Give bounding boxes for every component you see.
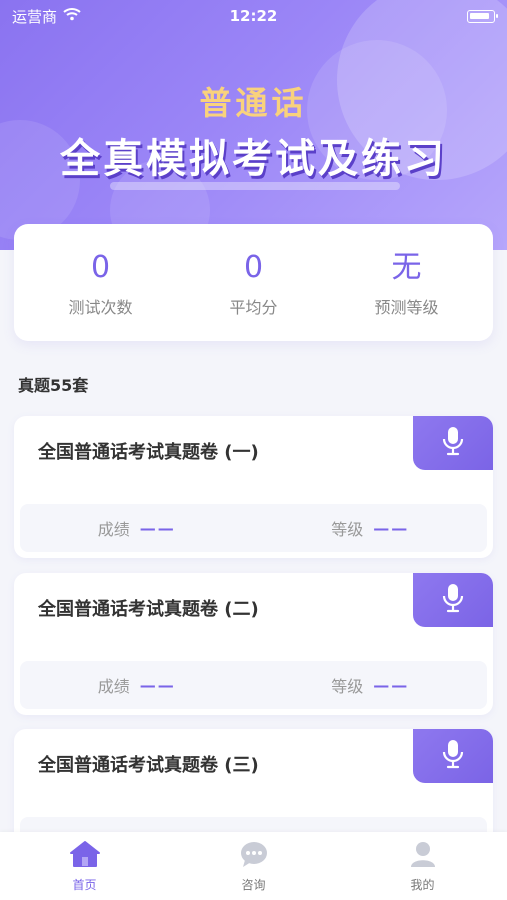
level-label: 等级 — [331, 520, 364, 539]
wifi-icon — [63, 7, 81, 25]
stat-test-count: 0 测试次数 — [31, 248, 171, 318]
tab-home[interactable]: 首页 — [35, 840, 135, 893]
exam-card[interactable]: 全国普通话考试真题卷 (二) 成绩 —— 等级 —— — [14, 573, 493, 715]
stat-average-score: 0 平均分 — [184, 248, 324, 318]
stat-value: 0 — [90, 249, 111, 285]
exam-result-bar: 成绩 —— 等级 —— — [20, 504, 487, 552]
exam-title: 全国普通话考试真题卷 (一) — [38, 442, 259, 463]
level-field: 等级 —— — [254, 673, 488, 697]
stat-label: 预测等级 — [374, 297, 439, 317]
banner-title: 全真模拟考试及练习 — [60, 136, 447, 182]
stat-label: 平均分 — [229, 297, 278, 317]
level-value: —— — [373, 675, 410, 695]
mic-button[interactable] — [413, 573, 493, 627]
mic-button[interactable] — [413, 416, 493, 470]
score-value: —— — [139, 518, 176, 538]
carrier-label: 运营商 — [12, 7, 58, 26]
banner-underline — [110, 182, 400, 190]
score-field: 成绩 —— — [20, 673, 254, 697]
score-label: 成绩 — [97, 677, 130, 696]
stat-label: 测试次数 — [68, 297, 133, 317]
user-icon — [409, 840, 437, 872]
score-field: 成绩 —— — [20, 516, 254, 540]
score-label: 成绩 — [97, 520, 130, 539]
exam-title: 全国普通话考试真题卷 (三) — [38, 755, 259, 776]
banner-subtitle: 普通话 — [199, 84, 308, 122]
exam-title: 全国普通话考试真题卷 (二) — [38, 599, 259, 620]
stat-value: 0 — [243, 249, 264, 285]
status-bar: 运营商 12:22 — [0, 0, 507, 32]
tab-label: 咨询 — [241, 877, 266, 892]
microphone-icon — [442, 426, 464, 460]
home-icon — [69, 840, 101, 872]
stat-predicted-level: 无 预测等级 — [337, 248, 477, 318]
stats-card: 0 测试次数 0 平均分 无 预测等级 — [14, 224, 493, 341]
battery-icon — [467, 9, 498, 23]
microphone-icon — [442, 739, 464, 773]
tab-profile[interactable]: 我的 — [373, 840, 473, 893]
tab-consult[interactable]: 咨询 — [204, 840, 304, 893]
stat-value: 无 — [391, 249, 422, 285]
tab-label: 我的 — [410, 877, 435, 892]
microphone-icon — [442, 583, 464, 617]
section-title: 真题55套 — [18, 376, 89, 395]
level-value: —— — [373, 518, 410, 538]
tab-label: 首页 — [72, 877, 97, 892]
level-label: 等级 — [331, 677, 364, 696]
chat-icon — [239, 840, 269, 872]
score-value: —— — [139, 675, 176, 695]
header-banner: 运营商 12:22 普通话 全真模拟考试及练习 — [0, 0, 507, 250]
bottom-tab-bar: 首页 咨询 我的 — [0, 832, 507, 900]
mic-button[interactable] — [413, 729, 493, 783]
exam-result-bar: 成绩 —— 等级 —— — [20, 661, 487, 709]
exam-card[interactable]: 全国普通话考试真题卷 (一) 成绩 —— 等级 —— — [14, 416, 493, 558]
level-field: 等级 —— — [254, 516, 488, 540]
